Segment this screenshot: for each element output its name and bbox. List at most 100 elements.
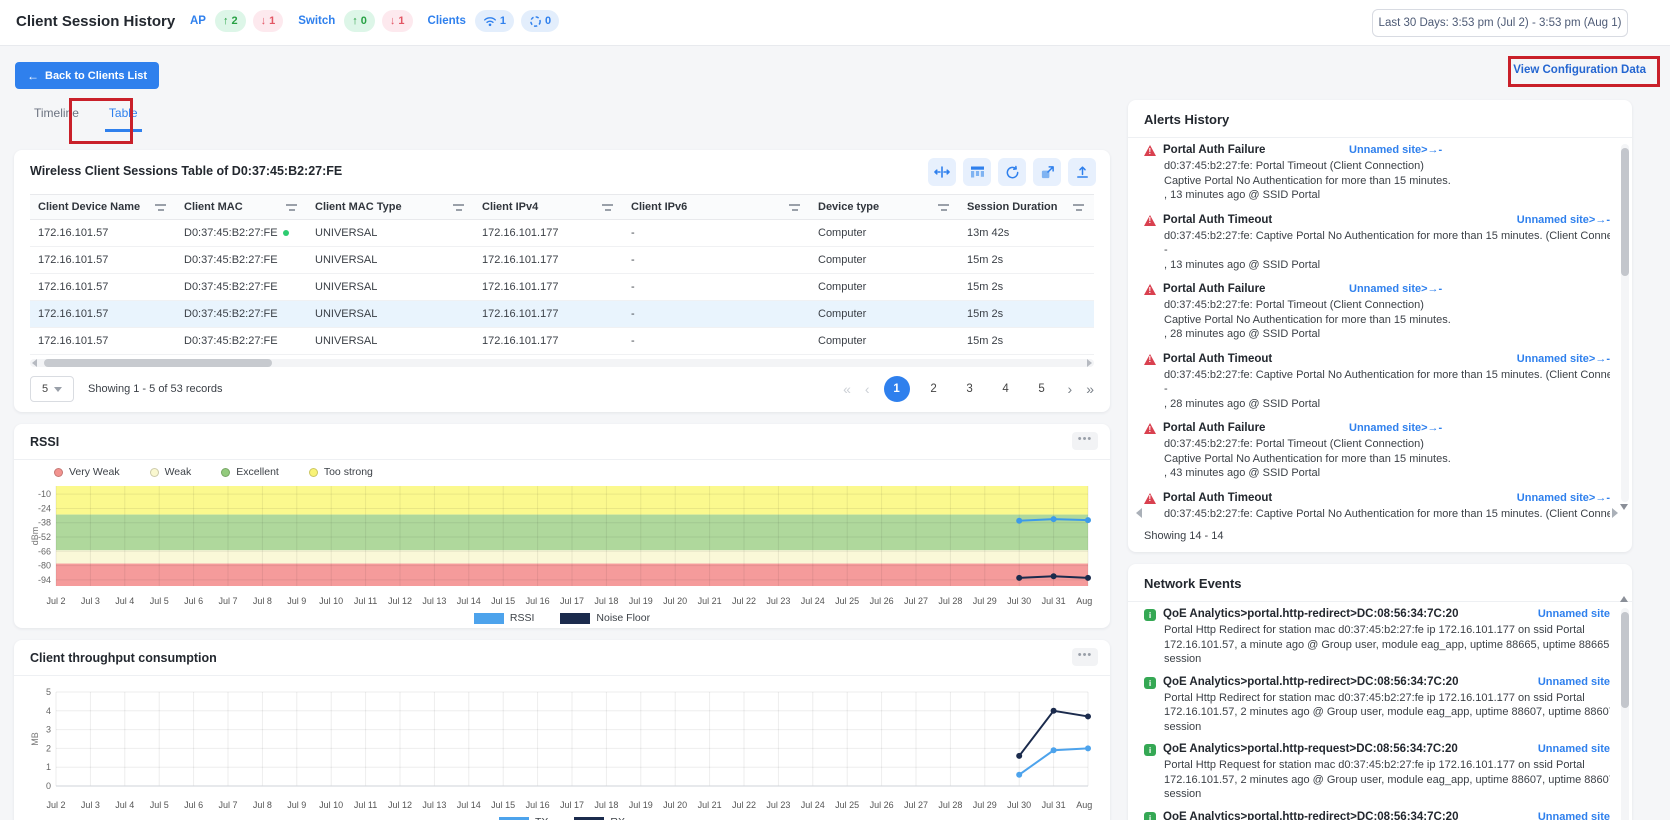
switch-up-count: 0 <box>361 15 367 27</box>
svg-text:-38: -38 <box>38 518 51 528</box>
first-page-button[interactable]: « <box>843 381 851 397</box>
page-button-1[interactable]: 1 <box>884 376 910 402</box>
filter-icon[interactable] <box>602 203 613 212</box>
cell: UNIVERSAL <box>307 301 474 327</box>
sessions-table-title: Wireless Client Sessions Table of D0:37:… <box>30 164 342 178</box>
site-link[interactable]: Unnamed site>→- <box>1349 422 1442 434</box>
scroll-down-icon[interactable] <box>1620 504 1628 510</box>
svg-text:Jul 25: Jul 25 <box>835 800 859 810</box>
clients-roaming-badge[interactable]: 0 <box>521 10 559 32</box>
cell: 15m 2s <box>959 274 1094 300</box>
events-card-header: Network Events <box>1128 564 1632 602</box>
filter-icon[interactable] <box>1073 203 1084 212</box>
site-link[interactable]: Unnamed site>→- <box>1349 144 1442 156</box>
site-link[interactable]: Unnamed site <box>1538 608 1610 620</box>
date-range-picker[interactable]: Last 30 Days: 3:53 pm (Jul 2) - 3:53 pm … <box>1372 9 1628 37</box>
alerts-scroll-left-icon[interactable] <box>1136 508 1142 518</box>
alert-title: Portal Auth Timeout <box>1163 492 1272 504</box>
page-button-4[interactable]: 4 <box>994 377 1018 401</box>
switch-up-badge[interactable]: ↑0 <box>344 10 375 32</box>
legend-item: RSSI <box>474 612 535 624</box>
cell: Computer <box>810 220 959 246</box>
events-scrollbar[interactable] <box>1621 608 1629 820</box>
info-icon: i <box>1144 812 1156 820</box>
throughput-card: Client throughput consumption ••• 012345… <box>14 640 1110 820</box>
table-horizontal-scrollbar[interactable] <box>30 359 1094 367</box>
alert-header: !Portal Auth FailureUnnamed site>→- <box>1144 144 1610 159</box>
export-button[interactable] <box>1068 158 1096 186</box>
ap-down-badge[interactable]: ↓1 <box>253 10 284 32</box>
ap-up-badge[interactable]: ↑2 <box>215 10 246 32</box>
site-link[interactable]: Unnamed site>→- <box>1517 214 1610 226</box>
svg-text:Jul 9: Jul 9 <box>287 800 306 810</box>
filter-icon[interactable] <box>286 203 297 212</box>
column-label: Device type <box>818 201 879 213</box>
alerts-scroll-right-icon[interactable] <box>1612 508 1618 518</box>
legend-swatch <box>474 613 504 624</box>
alerts-card-header: Alerts History <box>1128 100 1632 138</box>
svg-text:Jul 11: Jul 11 <box>354 800 377 810</box>
page-button-2[interactable]: 2 <box>922 377 946 401</box>
tab-timeline[interactable]: Timeline <box>30 102 83 132</box>
alerts-scrollbar[interactable] <box>1621 144 1629 502</box>
svg-text:5: 5 <box>46 687 51 697</box>
legend-label: Very Weak <box>69 466 120 478</box>
last-page-button[interactable]: » <box>1086 381 1094 397</box>
tab-table[interactable]: Table <box>105 102 142 132</box>
scroll-up-icon[interactable] <box>1620 596 1628 602</box>
events-scroll-thumb[interactable] <box>1621 612 1629 708</box>
back-arrow-icon <box>27 69 39 83</box>
table-row[interactable]: 172.16.101.57D0:37:45:B2:27:FEUNIVERSAL1… <box>30 301 1094 328</box>
cell: 15m 2s <box>959 247 1094 273</box>
more-options-icon[interactable]: ••• <box>1072 432 1098 450</box>
table-row[interactable]: 172.16.101.57D0:37:45:B2:27:FEUNIVERSAL1… <box>30 274 1094 301</box>
clients-wifi-badge[interactable]: 1 <box>475 10 514 32</box>
scroll-left-icon[interactable] <box>32 359 37 367</box>
client-mac: D0:37:45:B2:27:FE <box>184 254 278 266</box>
fit-columns-button[interactable] <box>928 158 956 186</box>
site-link[interactable]: Unnamed site <box>1538 743 1610 755</box>
legend-label: TX <box>535 816 548 820</box>
svg-text:4: 4 <box>46 706 51 716</box>
svg-text:Jul 4: Jul 4 <box>115 800 134 810</box>
site-link[interactable]: Unnamed site <box>1538 811 1610 820</box>
site-link[interactable]: Unnamed site <box>1538 676 1610 688</box>
back-to-clients-button[interactable]: Back to Clients List <box>15 62 159 89</box>
svg-text:Jul 23: Jul 23 <box>766 800 790 810</box>
table-row[interactable]: 172.16.101.57D0:37:45:B2:27:FEUNIVERSAL1… <box>30 328 1094 355</box>
cell: D0:37:45:B2:27:FE <box>176 247 307 273</box>
prev-page-button[interactable]: ‹ <box>865 381 870 397</box>
legend-dot <box>150 468 159 477</box>
svg-text:Aug 1: Aug 1 <box>1076 800 1094 810</box>
refresh-button[interactable] <box>998 158 1026 186</box>
svg-text:Jul 21: Jul 21 <box>698 596 722 606</box>
page-size-select[interactable]: 5 <box>30 376 74 402</box>
page-button-5[interactable]: 5 <box>1030 377 1054 401</box>
columns-button[interactable] <box>963 158 991 186</box>
next-page-button[interactable]: › <box>1068 381 1073 397</box>
filter-icon[interactable] <box>453 203 464 212</box>
cell: - <box>623 301 810 327</box>
filter-icon[interactable] <box>938 203 949 212</box>
cell: 172.16.101.177 <box>474 220 623 246</box>
view-configuration-data-link[interactable]: View Configuration Data <box>1513 64 1646 76</box>
horizontal-scroll-thumb[interactable] <box>44 359 272 367</box>
scroll-right-icon[interactable] <box>1087 359 1092 367</box>
svg-text:Jul 12: Jul 12 <box>388 596 412 606</box>
site-link[interactable]: Unnamed site>→- <box>1517 353 1610 365</box>
site-link[interactable]: Unnamed site>→- <box>1517 492 1610 504</box>
open-in-new-button[interactable] <box>1033 158 1061 186</box>
filter-icon[interactable] <box>155 203 166 212</box>
page-button-3[interactable]: 3 <box>958 377 982 401</box>
alert-warning-icon: ! <box>1144 215 1156 226</box>
alerts-scroll-thumb[interactable] <box>1621 148 1629 276</box>
site-link[interactable]: Unnamed site>→- <box>1349 283 1442 295</box>
alert-item: !Portal Auth TimeoutUnnamed site>→-d0:37… <box>1144 353 1610 412</box>
svg-text:Jul 19: Jul 19 <box>629 596 653 606</box>
filter-icon[interactable] <box>789 203 800 212</box>
table-row[interactable]: 172.16.101.57D0:37:45:B2:27:FEUNIVERSAL1… <box>30 220 1094 247</box>
switch-down-badge[interactable]: ↓1 <box>382 10 413 32</box>
table-row[interactable]: 172.16.101.57D0:37:45:B2:27:FEUNIVERSAL1… <box>30 247 1094 274</box>
more-options-icon[interactable]: ••• <box>1072 648 1098 666</box>
alert-title: Portal Auth Failure <box>1163 144 1265 156</box>
